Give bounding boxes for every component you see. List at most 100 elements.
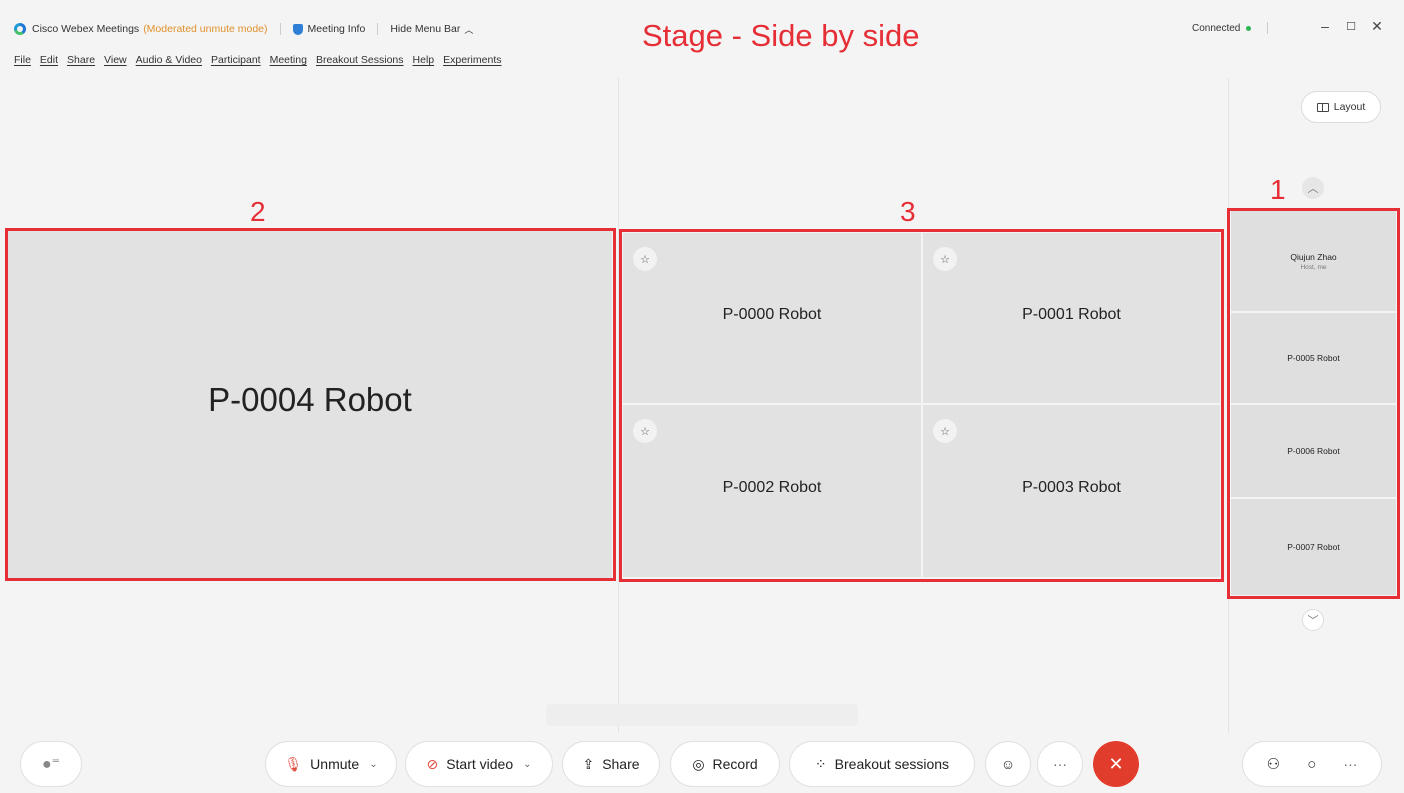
menu-breakout-sessions[interactable]: Breakout Sessions	[316, 54, 404, 66]
share-icon: ⇪	[582, 755, 595, 772]
menu-experiments[interactable]: Experiments	[443, 54, 501, 66]
more-icon[interactable]: ···	[1343, 756, 1357, 772]
end-meeting-button[interactable]: ✕	[1093, 741, 1139, 787]
app-name: Cisco Webex Meetings	[32, 23, 140, 35]
divider	[1267, 22, 1269, 34]
chat-icon[interactable]: ○	[1307, 756, 1316, 773]
pin-icon[interactable]: ☆	[933, 247, 957, 271]
close-icon: ✕	[1371, 17, 1383, 34]
filmstrip-tile[interactable]: P-0005 Robot	[1231, 313, 1396, 403]
layout-icon	[1316, 102, 1329, 112]
more-icon: ···	[1053, 756, 1067, 772]
layout-label: Layout	[1333, 101, 1366, 113]
chevron-down-icon: ⌄	[523, 758, 532, 770]
participant-name: P-0002 Robot	[722, 479, 822, 496]
microphone-muted-icon: 🎙︎	[284, 755, 303, 772]
menu-bar: File Edit Share View Audio & Video Parti…	[14, 54, 510, 66]
meeting-chat-button[interactable]: ●⁼	[20, 741, 82, 787]
annotation-label-2: 2	[250, 196, 266, 227]
menu-file[interactable]: File	[14, 54, 31, 66]
breakout-sessions-label: Breakout sessions	[834, 756, 950, 772]
breakout-sessions-button[interactable]: ⁘ Breakout sessions	[789, 741, 975, 787]
video-tile[interactable]: ☆ P-0001 Robot	[923, 233, 1220, 403]
video-tile[interactable]: ☆ P-0000 Robot	[623, 233, 921, 403]
scroll-hint-bar	[546, 704, 858, 726]
reactions-button[interactable]: ☺	[985, 741, 1031, 787]
minimize-button[interactable]: –	[1312, 14, 1338, 38]
shield-icon	[292, 23, 303, 35]
participant-name: P-0005 Robot	[1287, 353, 1340, 363]
participant-name: P-0007 Robot	[1287, 542, 1340, 552]
pin-icon[interactable]: ☆	[633, 247, 657, 271]
meeting-info-button[interactable]: Meeting Info	[292, 23, 366, 35]
close-window-button[interactable]: ✕	[1364, 14, 1390, 38]
video-tile[interactable]: ☆ P-0002 Robot	[623, 405, 921, 577]
main-video-tile[interactable]: P-0004 Robot	[8, 231, 612, 578]
close-icon: ✕	[1108, 753, 1124, 774]
participants-icon[interactable]: ⚇	[1267, 755, 1280, 773]
breakout-icon: ⁘	[814, 755, 827, 772]
audio-connection-icon: ●⁼	[41, 756, 61, 773]
participant-name: P-0001 Robot	[1022, 306, 1121, 323]
share-label: Share	[602, 756, 640, 772]
scroll-down-button[interactable]: ﹀	[1302, 609, 1324, 631]
emoji-icon: ☺	[1000, 756, 1016, 772]
filmstrip-tile[interactable]: P-0007 Robot	[1231, 499, 1396, 595]
chevron-up-icon: ︿	[464, 24, 474, 35]
connection-status: Connected	[1192, 22, 1269, 34]
video-tile[interactable]: ☆ P-0003 Robot	[923, 405, 1220, 577]
scroll-up-button[interactable]: ︿	[1302, 177, 1324, 199]
panel-buttons-group: ⚇ ○ ···	[1242, 741, 1382, 787]
participant-name: P-0003 Robot	[1022, 479, 1121, 496]
menu-share[interactable]: Share	[67, 54, 95, 66]
pin-icon[interactable]: ☆	[933, 419, 957, 443]
menu-meeting[interactable]: Meeting	[270, 54, 307, 66]
webex-logo-icon	[14, 23, 26, 35]
chevron-up-icon: ︿	[1307, 183, 1319, 195]
divider	[377, 23, 379, 35]
participant-name: Qiujun Zhao	[1290, 251, 1337, 262]
menu-edit[interactable]: Edit	[40, 54, 58, 66]
filmstrip-tile[interactable]: P-0006 Robot	[1231, 405, 1396, 497]
minimize-icon: –	[1321, 18, 1329, 34]
maximize-icon: ☐	[1346, 20, 1356, 33]
participant-name: P-0004 Robot	[208, 380, 412, 418]
record-icon: ◎	[692, 755, 705, 772]
menu-view[interactable]: View	[104, 54, 127, 66]
unmute-button[interactable]: 🎙︎ Unmute ⌄	[265, 741, 397, 787]
start-video-button[interactable]: ⊘ Start video ⌄	[405, 741, 553, 787]
meeting-info-label: Meeting Info	[307, 23, 366, 35]
filmstrip-tile[interactable]: Qiujun Zhao Host, me	[1231, 211, 1396, 311]
more-options-button[interactable]: ···	[1037, 741, 1083, 787]
pin-icon[interactable]: ☆	[633, 419, 657, 443]
record-button[interactable]: ◎ Record	[670, 741, 780, 787]
menu-participant[interactable]: Participant	[211, 54, 261, 66]
hide-menu-bar-button[interactable]: Hide Menu Bar ︿	[390, 23, 473, 36]
layout-button[interactable]: Layout	[1301, 91, 1381, 123]
status-dot-icon	[1246, 25, 1252, 31]
menu-help[interactable]: Help	[413, 54, 435, 66]
annotation-label-3: 3	[900, 196, 916, 227]
hide-menu-bar-label: Hide Menu Bar	[390, 23, 461, 35]
record-label: Record	[712, 756, 758, 772]
annotation-label-1: 1	[1270, 174, 1286, 205]
stage-divider	[1228, 78, 1229, 733]
maximize-button[interactable]: ☐	[1338, 14, 1364, 38]
participant-name: P-0006 Robot	[1287, 446, 1340, 456]
chevron-down-icon: ﹀	[1307, 615, 1319, 627]
participant-role: Host, me	[1300, 263, 1327, 271]
divider	[279, 23, 281, 35]
stage-divider	[618, 78, 619, 733]
webex-window: Cisco Webex Meetings (Moderated unmute m…	[0, 0, 1404, 793]
connection-status-label: Connected	[1192, 22, 1241, 34]
title-bar: Cisco Webex Meetings (Moderated unmute m…	[0, 0, 1404, 53]
moderated-mode-label: (Moderated unmute mode)	[143, 23, 268, 35]
start-video-label: Start video	[446, 756, 514, 772]
participant-name: P-0000 Robot	[722, 306, 822, 323]
video-off-icon: ⊘	[426, 755, 439, 772]
title-row: Cisco Webex Meetings (Moderated unmute m…	[14, 20, 473, 38]
share-button[interactable]: ⇪ Share	[562, 741, 660, 787]
menu-audio-video[interactable]: Audio & Video	[136, 54, 202, 66]
annotation-stage-title: Stage - Side by side	[642, 18, 920, 53]
unmute-label: Unmute	[310, 756, 360, 772]
